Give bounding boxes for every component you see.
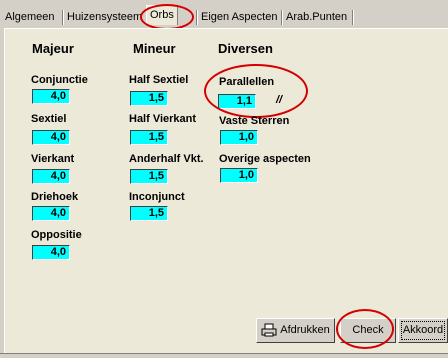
half-sextiel-label: Half Sextiel: [129, 74, 189, 86]
tab-separator: [281, 10, 282, 25]
diversen-heading: Diversen: [218, 41, 273, 56]
overige-aspecten-field[interactable]: 1,0: [220, 168, 258, 183]
mineur-heading: Mineur: [133, 41, 176, 56]
majeur-heading: Majeur: [32, 41, 74, 56]
conjunctie-field[interactable]: 4,0: [32, 89, 70, 104]
tab-arab-punten[interactable]: Arab.Punten: [283, 9, 350, 26]
tab-separator: [196, 10, 197, 25]
tab-eigen-aspecten[interactable]: Eigen Aspecten: [198, 9, 280, 26]
anderhalf-vierkant-field[interactable]: 1,5: [130, 169, 168, 184]
tab-separator: [352, 10, 353, 25]
check-button[interactable]: Check: [340, 318, 396, 343]
oppositie-field[interactable]: 4,0: [32, 245, 70, 260]
inconjunct-label: Inconjunct: [129, 191, 185, 203]
tab-huizensysteem[interactable]: Huizensysteem: [64, 9, 145, 26]
anderhalf-vierkant-label: Anderhalf Vkt.: [129, 153, 204, 165]
ok-button[interactable]: Akkoord: [398, 318, 448, 343]
sextiel-label: Sextiel: [31, 113, 67, 125]
overige-aspecten-label: Overige aspecten: [219, 153, 311, 165]
driehoek-label: Driehoek: [31, 191, 79, 203]
vaste-sterren-label: Vaste Sterren: [219, 115, 290, 127]
print-button[interactable]: Afdrukken: [256, 318, 335, 343]
parallel-marker: //: [276, 94, 283, 106]
parallellen-field[interactable]: 1,1: [218, 94, 256, 109]
inconjunct-field[interactable]: 1,5: [130, 206, 168, 221]
tab-orbs[interactable]: Orbs: [146, 5, 178, 25]
oppositie-label: Oppositie: [31, 229, 82, 241]
printer-icon: [261, 323, 277, 337]
parallellen-label: Parallellen: [219, 76, 275, 88]
window-bottom-edge: [0, 353, 448, 358]
tab-bar: Algemeen Huizensysteem Orbs Eigen Aspect…: [0, 0, 448, 30]
print-button-label: Afdrukken: [280, 324, 330, 336]
half-vierkant-field[interactable]: 1,5: [130, 130, 168, 145]
driehoek-field[interactable]: 4,0: [32, 206, 70, 221]
sextiel-field[interactable]: 4,0: [32, 130, 70, 145]
vierkant-label: Vierkant: [31, 153, 75, 165]
half-sextiel-field[interactable]: 1,5: [130, 91, 168, 106]
tab-algemeen[interactable]: Algemeen: [2, 9, 58, 26]
vierkant-field[interactable]: 4,0: [32, 169, 70, 184]
conjunctie-label: Conjunctie: [31, 74, 88, 86]
half-vierkant-label: Half Vierkant: [129, 113, 197, 125]
vaste-sterren-field[interactable]: 1,0: [220, 130, 258, 145]
tab-separator: [62, 10, 63, 25]
